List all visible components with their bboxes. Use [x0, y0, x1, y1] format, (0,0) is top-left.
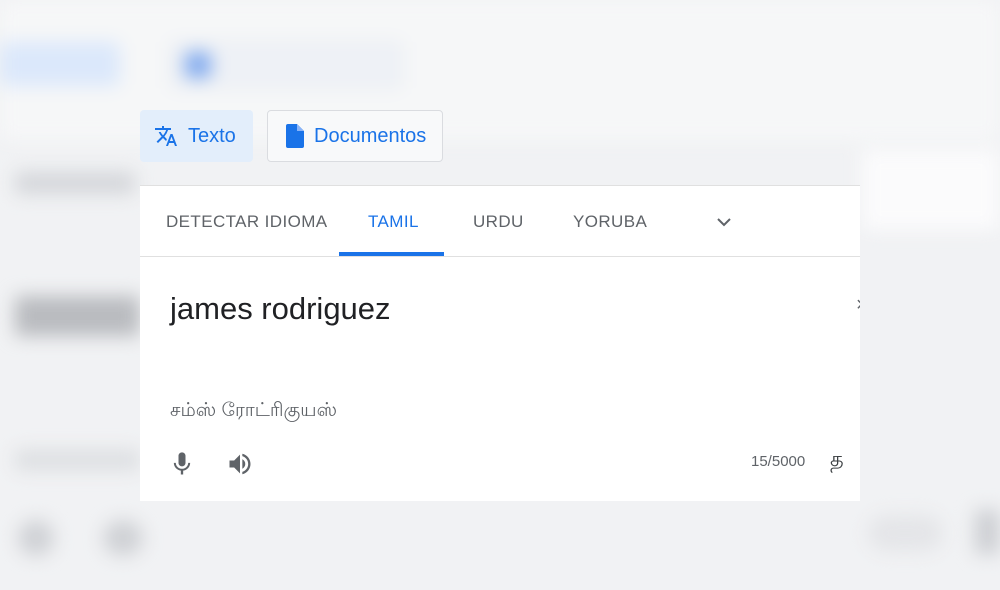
- input-tool-button[interactable]: த: [830, 448, 844, 474]
- clear-icon[interactable]: ×: [856, 294, 860, 318]
- tab-documents-label: Documentos: [314, 124, 427, 147]
- document-icon: [286, 124, 304, 148]
- bg-panel: [862, 150, 1000, 230]
- bg-text-block: [15, 450, 140, 470]
- bg-icon: [18, 520, 54, 556]
- transliteration: சம்ஸ் ரோட்ரிகுயஸ்: [170, 400, 338, 421]
- microphone-icon[interactable]: [168, 450, 196, 478]
- tab-text-label: Texto: [188, 124, 236, 147]
- lang-tamil[interactable]: TAMIL: [368, 186, 419, 256]
- character-counter: 15/5000: [751, 453, 806, 470]
- active-lang-indicator: [339, 252, 444, 256]
- source-panel: DETECTAR IDIOMA TAMIL URDU YORUBA james …: [140, 185, 860, 501]
- bg-icon: [103, 520, 143, 556]
- tab-text[interactable]: Texto: [140, 110, 253, 162]
- bg-button: [868, 515, 943, 551]
- chevron-down-icon[interactable]: [712, 210, 736, 234]
- bg-chip: [170, 42, 402, 88]
- tab-documents[interactable]: Documentos: [267, 110, 443, 162]
- lang-detect[interactable]: DETECTAR IDIOMA: [166, 186, 328, 256]
- lang-yoruba[interactable]: YORUBA: [573, 186, 647, 256]
- source-text-input[interactable]: james rodriguez: [170, 291, 391, 327]
- lang-urdu[interactable]: URDU: [473, 186, 524, 256]
- speaker-icon[interactable]: [226, 450, 254, 478]
- language-bar: DETECTAR IDIOMA TAMIL URDU YORUBA: [140, 186, 860, 257]
- bg-panel: [975, 510, 1000, 554]
- bg-text-block: [15, 172, 135, 194]
- bg-chip: [0, 42, 120, 86]
- translate-icon: [154, 124, 178, 148]
- bg-text-block: [15, 296, 140, 336]
